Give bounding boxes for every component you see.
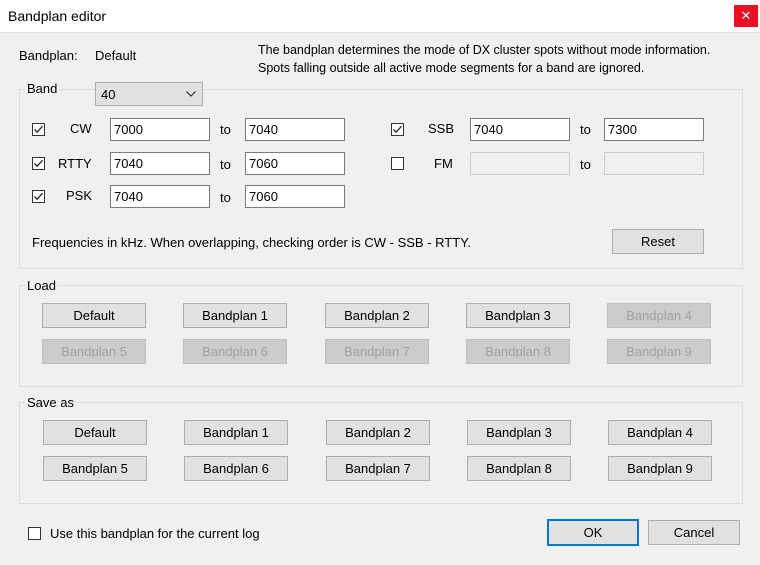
load-bandplan-1-button[interactable]: Bandplan 1 (183, 303, 287, 328)
close-button[interactable]: ✕ (734, 5, 758, 27)
bandplan-label: Bandplan: (19, 48, 78, 63)
ssb-to-field[interactable]: 7300 (604, 118, 704, 141)
close-icon: ✕ (740, 8, 752, 23)
band-legend: Band (25, 81, 60, 96)
psk-to-label: to (220, 190, 231, 205)
checkmark-icon (34, 125, 43, 134)
psk-to-field[interactable]: 7060 (245, 185, 345, 208)
ssb-label: SSB (428, 121, 455, 136)
load-bandplan-0-button[interactable]: Default (42, 303, 146, 328)
save-group (19, 402, 743, 504)
rtty-from-field[interactable]: 7040 (110, 152, 210, 175)
use-current-log-checkbox[interactable] (28, 527, 41, 540)
cancel-button[interactable]: Cancel (648, 520, 740, 545)
window-title: Bandplan editor (8, 8, 107, 24)
load-bandplan-2-button[interactable]: Bandplan 2 (325, 303, 429, 328)
checkmark-icon (34, 192, 43, 201)
load-group (19, 285, 743, 387)
load-bandplan-9-button: Bandplan 9 (607, 339, 711, 364)
save-bandplan-2-button[interactable]: Bandplan 2 (326, 420, 430, 445)
title-bar: Bandplan editor ✕ (0, 0, 760, 33)
load-bandplan-8-button: Bandplan 8 (466, 339, 570, 364)
load-bandplan-5-button: Bandplan 5 (42, 339, 146, 364)
load-bandplan-4-button: Bandplan 4 (607, 303, 711, 328)
psk-label: PSK (66, 188, 93, 203)
cw-checkbox[interactable] (32, 123, 45, 136)
cw-label: CW (70, 121, 92, 136)
band-select-value: 40 (101, 87, 116, 102)
load-bandplan-6-button: Bandplan 6 (183, 339, 287, 364)
save-bandplan-4-button[interactable]: Bandplan 4 (608, 420, 712, 445)
rtty-checkbox[interactable] (32, 157, 45, 170)
cw-to-label: to (220, 122, 231, 137)
bandplan-editor-window: Bandplan editor ✕ Bandplan: Default The … (0, 0, 760, 565)
ssb-checkbox[interactable] (391, 123, 404, 136)
checkmark-icon (393, 125, 402, 134)
save-bandplan-0-button[interactable]: Default (43, 420, 147, 445)
rtty-to-label: to (220, 157, 231, 172)
info-line-2: Spots falling outside all active mode se… (258, 61, 645, 75)
load-legend: Load (25, 278, 58, 293)
save-bandplan-3-button[interactable]: Bandplan 3 (467, 420, 571, 445)
chevron-down-icon (186, 91, 196, 97)
info-line-1: The bandplan determines the mode of DX c… (258, 43, 711, 57)
rtty-label: RTTY (58, 156, 92, 171)
save-legend: Save as (25, 395, 76, 410)
save-bandplan-1-button[interactable]: Bandplan 1 (184, 420, 288, 445)
load-bandplan-7-button: Bandplan 7 (325, 339, 429, 364)
ok-button[interactable]: OK (547, 519, 639, 546)
save-bandplan-6-button[interactable]: Bandplan 6 (184, 456, 288, 481)
frequency-note: Frequencies in kHz. When overlapping, ch… (32, 235, 471, 250)
cw-from-field[interactable]: 7000 (110, 118, 210, 141)
fm-from-field (470, 152, 570, 175)
rtty-to-field[interactable]: 7060 (245, 152, 345, 175)
fm-checkbox[interactable] (391, 157, 404, 170)
use-current-log-label: Use this bandplan for the current log (50, 526, 260, 541)
cw-to-field[interactable]: 7040 (245, 118, 345, 141)
load-bandplan-3-button[interactable]: Bandplan 3 (466, 303, 570, 328)
save-bandplan-5-button[interactable]: Bandplan 5 (43, 456, 147, 481)
save-bandplan-7-button[interactable]: Bandplan 7 (326, 456, 430, 481)
save-bandplan-8-button[interactable]: Bandplan 8 (467, 456, 571, 481)
checkmark-icon (34, 159, 43, 168)
reset-button[interactable]: Reset (612, 229, 704, 254)
psk-from-field[interactable]: 7040 (110, 185, 210, 208)
band-select[interactable]: 40 (95, 82, 203, 106)
ssb-to-label: to (580, 122, 591, 137)
bandplan-name: Default (95, 48, 137, 63)
fm-to-label: to (580, 157, 591, 172)
fm-label: FM (434, 156, 453, 171)
psk-checkbox[interactable] (32, 190, 45, 203)
fm-to-field (604, 152, 704, 175)
ssb-from-field[interactable]: 7040 (470, 118, 570, 141)
save-bandplan-9-button[interactable]: Bandplan 9 (608, 456, 712, 481)
